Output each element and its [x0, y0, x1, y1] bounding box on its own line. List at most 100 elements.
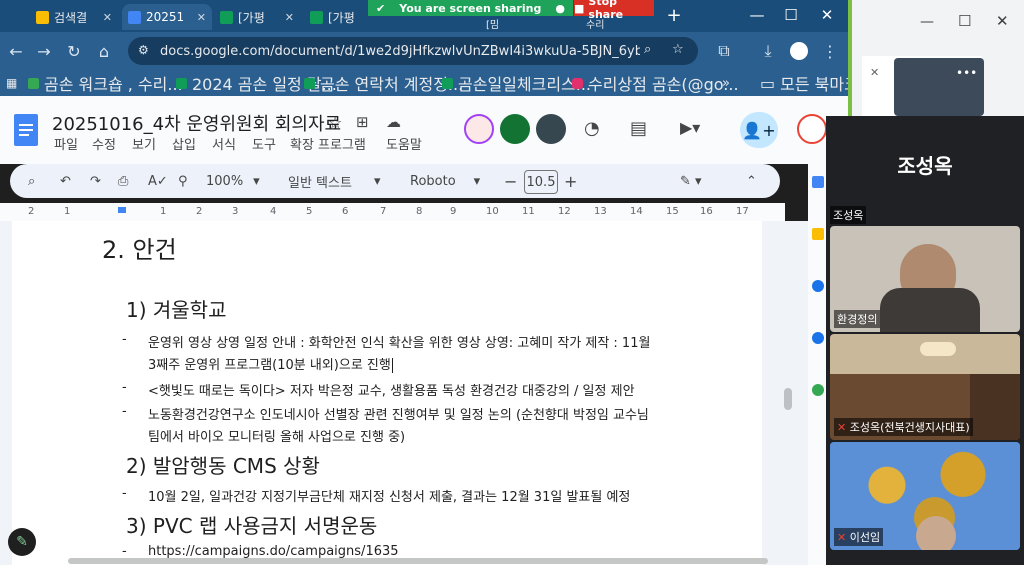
- collaborator-avatar[interactable]: [464, 114, 494, 144]
- minimize-button[interactable]: —: [740, 4, 774, 26]
- star-icon[interactable]: ☆: [328, 113, 342, 132]
- bookmark-item[interactable]: 수리상점 곰손(@go...: [572, 74, 739, 94]
- more-icon[interactable]: •••: [956, 66, 977, 80]
- close-window-button[interactable]: ✕: [810, 4, 844, 26]
- edit-fab-icon[interactable]: ✎: [8, 528, 36, 556]
- chevron-down-icon: ▾: [473, 173, 481, 189]
- tab-search[interactable]: 검색결 ✕: [30, 4, 118, 30]
- spellcheck-icon[interactable]: A✓: [148, 170, 168, 192]
- site-info-icon[interactable]: ⚙: [138, 43, 149, 57]
- subsection-title[interactable]: 1) 겨울학교: [126, 294, 227, 323]
- font-select[interactable]: Roboto ▾: [410, 170, 480, 192]
- ruler-tick: 6: [342, 206, 349, 217]
- comment-icon[interactable]: ▤: [630, 118, 647, 139]
- extensions-icon[interactable]: ⧉: [712, 40, 736, 62]
- redo-icon[interactable]: ↷: [90, 170, 101, 192]
- minimize-button[interactable]: —: [920, 14, 934, 30]
- zoom-icon[interactable]: ⌕: [644, 42, 651, 57]
- document-title[interactable]: 20251016_4차 운영위원회 회의자료: [52, 110, 341, 136]
- decrease-font-icon[interactable]: −: [504, 170, 517, 192]
- home-icon[interactable]: ⌂: [92, 40, 116, 62]
- bookmark-star-icon[interactable]: ☆: [672, 42, 684, 57]
- indent-marker[interactable]: [118, 207, 126, 213]
- bullet-text[interactable]: 10월 2일, 일과건강 지정기부금단체 재지정 신청서 제출, 결과는 12월…: [148, 486, 630, 505]
- menu-insert[interactable]: 삽입: [172, 134, 196, 153]
- bookmarks-overflow[interactable]: »: [722, 74, 730, 92]
- download-icon[interactable]: ⤓: [756, 40, 780, 62]
- profile-avatar[interactable]: [790, 42, 808, 60]
- bookmark-item[interactable]: 곰손 워크숍 , 수리...: [28, 74, 183, 94]
- font-size-input[interactable]: 10.5: [524, 170, 558, 194]
- menu-format[interactable]: 서식: [212, 134, 236, 153]
- tab-docs[interactable]: 20251 ✕: [122, 4, 212, 30]
- stop-share-button[interactable]: ■ Stop share: [574, 0, 654, 21]
- close-icon[interactable]: ✕: [870, 66, 879, 79]
- close-icon[interactable]: ✕: [197, 11, 206, 24]
- history-icon[interactable]: ◔: [584, 118, 600, 139]
- forward-icon[interactable]: →: [32, 40, 56, 62]
- tab-sheet-1[interactable]: [가평 ✕: [214, 4, 300, 30]
- address-bar[interactable]: ⚙ docs.google.com/document/d/1we2d9jHfkz…: [128, 37, 698, 65]
- maximize-button[interactable]: ☐: [774, 4, 808, 26]
- close-window-button[interactable]: ✕: [996, 12, 1009, 30]
- close-icon[interactable]: ✕: [103, 11, 112, 24]
- menu-view[interactable]: 보기: [132, 134, 156, 153]
- participant-tile[interactable]: 환경정의: [830, 226, 1020, 332]
- bullet-text[interactable]: <햇빛도 때로는 독이다> 저자 박은정 교수, 생활용품 독성 환경건강 대중…: [148, 380, 635, 399]
- meet-icon[interactable]: ▶▾: [680, 118, 700, 137]
- menu-file[interactable]: 파일: [54, 134, 78, 153]
- share-button[interactable]: 👤+: [740, 112, 778, 148]
- menu-extensions[interactable]: 확장 프로그램: [290, 134, 366, 153]
- bullet-text[interactable]: 운영위 영상 상영 일정 안내 : 화학안전 인식 확산을 위한 영상 상영: …: [148, 332, 650, 351]
- tasks-icon[interactable]: [812, 280, 824, 292]
- docs-logo-icon[interactable]: [14, 114, 38, 146]
- all-bookmarks[interactable]: ▭ 모든 북마크: [760, 73, 859, 95]
- maps-icon[interactable]: [812, 384, 824, 396]
- zoom-select[interactable]: 100% ▾: [206, 170, 260, 192]
- edit-mode-icon[interactable]: ✎ ▾: [680, 170, 702, 192]
- section-heading[interactable]: 2. 안건: [102, 230, 177, 265]
- collaborator-avatar[interactable]: [500, 114, 530, 144]
- new-tab-button[interactable]: +: [664, 4, 684, 26]
- calendar-icon[interactable]: [812, 176, 824, 188]
- back-icon[interactable]: ←: [4, 40, 28, 62]
- participant-tile[interactable]: ✕ 조성옥(전북건생지사대표): [830, 334, 1020, 440]
- bullet-text[interactable]: 노동환경건강연구소 인도네시아 선별장 관련 진행여부 및 일정 논의 (순천향…: [148, 404, 649, 423]
- increase-font-icon[interactable]: +: [564, 170, 577, 192]
- tab-sheet-3[interactable]: [밈: [480, 16, 540, 31]
- sheets-icon: [176, 77, 187, 89]
- menu-help[interactable]: 도움말: [386, 134, 422, 153]
- url-text: docs.google.com/document/d/1we2d9jHfkzwl…: [160, 43, 640, 59]
- ruler-tick: 13: [594, 206, 607, 217]
- collapse-toolbar-icon[interactable]: ⌃: [746, 170, 757, 192]
- menu-tools[interactable]: 도구: [252, 134, 276, 153]
- move-folder-icon[interactable]: ⊞: [356, 113, 369, 131]
- maximize-button[interactable]: ☐: [958, 12, 971, 30]
- paint-format-icon[interactable]: ⚲: [178, 170, 188, 192]
- apps-icon[interactable]: ▦: [6, 74, 17, 92]
- search-icon[interactable]: ⌕: [28, 170, 35, 192]
- menu-edit[interactable]: 수정: [92, 134, 116, 153]
- reload-icon[interactable]: ↻: [62, 40, 86, 62]
- print-icon[interactable]: ⎙: [118, 170, 128, 192]
- participant-tile[interactable]: ✕ 이선임: [830, 442, 1020, 550]
- undo-icon[interactable]: ↶: [60, 170, 71, 192]
- subsection-title[interactable]: 3) PVC 랩 사용금지 서명운동: [126, 510, 377, 539]
- bookmark-item[interactable]: 곰손일일체크리스...: [442, 74, 591, 94]
- bullet-text-cont[interactable]: 팀에서 바이오 모니터링 올해 사업으로 진행 중): [148, 426, 405, 445]
- folder-icon: ▭: [760, 73, 776, 93]
- subsection-title[interactable]: 2) 발암행동 CMS 상황: [126, 450, 320, 479]
- tab-sheet-2[interactable]: [가평: [304, 4, 368, 30]
- bookmark-item[interactable]: 곰손 연락처 계정정...: [304, 74, 463, 94]
- account-avatar[interactable]: [797, 114, 827, 144]
- collaborator-avatar[interactable]: [536, 114, 566, 144]
- menu-icon[interactable]: ⋮: [818, 40, 842, 62]
- close-icon[interactable]: ✕: [285, 11, 294, 24]
- contacts-icon[interactable]: [812, 332, 824, 344]
- link-text[interactable]: https://campaigns.do/campaigns/1635: [148, 544, 399, 559]
- keep-icon[interactable]: [812, 228, 824, 240]
- vertical-scrollbar[interactable]: [784, 388, 792, 410]
- bullet-text-cont[interactable]: 3째주 운영위 프로그램(10분 내외)으로 진행​: [148, 354, 393, 373]
- style-select[interactable]: 일반 텍스트 ▾: [288, 170, 380, 192]
- participant-video: [880, 288, 980, 332]
